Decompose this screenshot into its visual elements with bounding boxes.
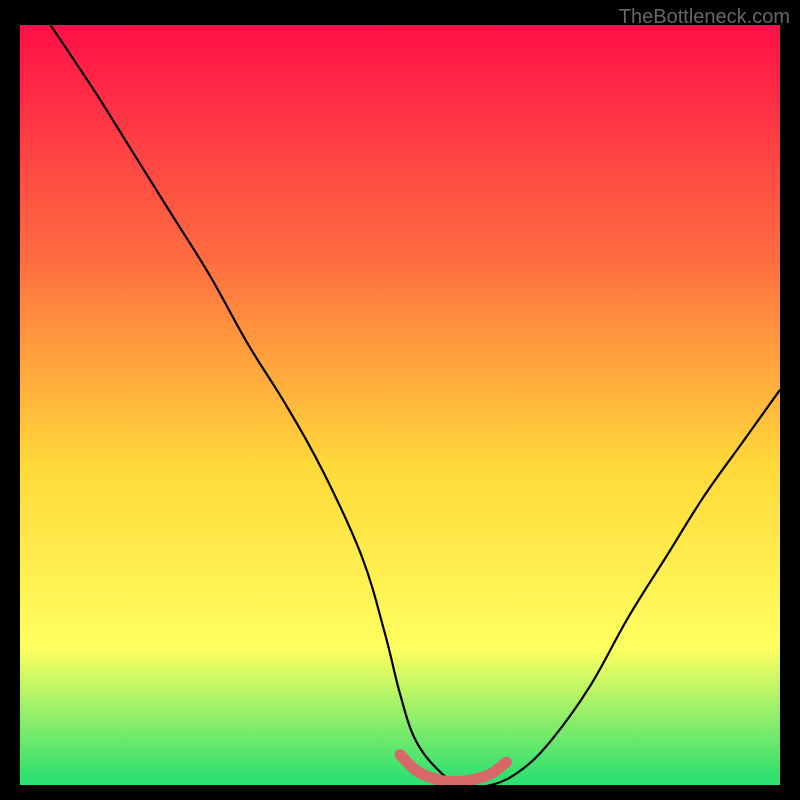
frame-bottom xyxy=(0,785,800,800)
frame-left xyxy=(0,0,20,800)
gradient-background xyxy=(20,25,780,785)
chart-container: TheBottleneck.com xyxy=(0,0,800,800)
chart-svg xyxy=(0,0,800,800)
frame-right xyxy=(780,0,800,800)
watermark-text: TheBottleneck.com xyxy=(619,6,790,29)
